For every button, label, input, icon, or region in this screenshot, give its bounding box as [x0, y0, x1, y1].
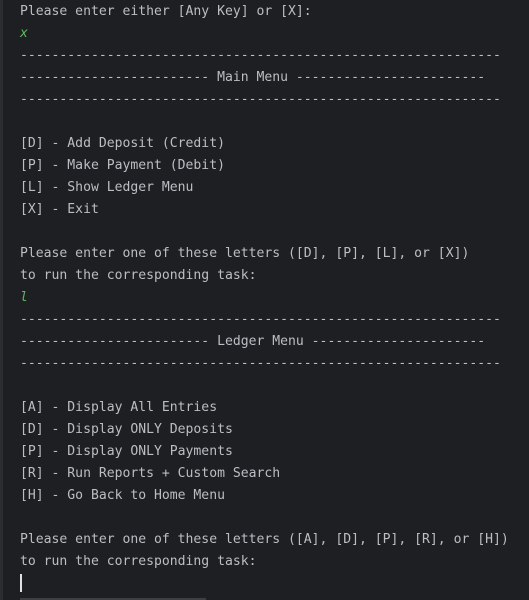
- console-output-panel[interactable]: Please enter either [Any Key] or [X]: x --…: [0, 0, 529, 600]
- console-line: ------------------------ Main Menu -----…: [20, 70, 486, 85]
- console-line: [A] - Display All Entries: [20, 400, 218, 415]
- console-line: [H] - Go Back to Home Menu: [20, 488, 225, 503]
- console-line: [P] - Display ONLY Payments: [20, 444, 233, 459]
- console-line: [L] - Show Ledger Menu: [20, 180, 194, 195]
- console-line: Please enter one of these letters ([D], …: [20, 246, 470, 261]
- console-line: ----------------------------------------…: [20, 356, 501, 371]
- console-line: ----------------------------------------…: [20, 312, 501, 327]
- console-line: to run the corresponding task:: [20, 268, 257, 283]
- console-line: to run the corresponding task:: [20, 554, 257, 569]
- console-line: ----------------------------------------…: [20, 48, 501, 63]
- console-line: Please enter either [Any Key] or [X]:: [20, 4, 312, 19]
- console-line: [P] - Make Payment (Debit): [20, 158, 225, 173]
- console-line: [R] - Run Reports + Custom Search: [20, 466, 281, 481]
- console-line: Please enter one of these letters ([A], …: [20, 532, 509, 547]
- text-cursor: [20, 574, 22, 592]
- console-text-area: Please enter either [Any Key] or [X]: x --…: [20, 1, 509, 573]
- console-line: ------------------------ Ledger Menu ---…: [20, 334, 486, 349]
- console-line: [D] - Display ONLY Deposits: [20, 422, 233, 437]
- console-line: [D] - Add Deposit (Credit): [20, 136, 225, 151]
- console-user-input: x: [20, 26, 28, 41]
- console-user-input: l: [20, 290, 28, 305]
- console-line: ----------------------------------------…: [20, 92, 501, 107]
- console-line: [X] - Exit: [20, 202, 99, 217]
